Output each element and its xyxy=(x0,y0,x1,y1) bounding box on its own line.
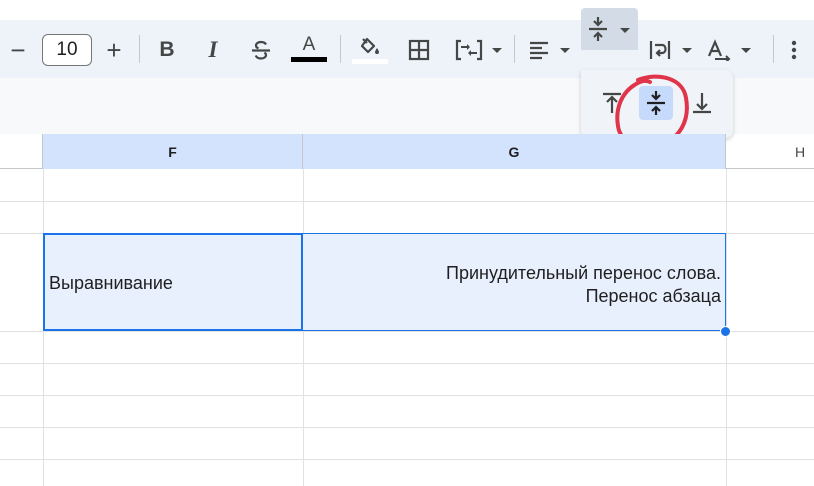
text-color-bar xyxy=(291,57,327,62)
merge-cells-button[interactable] xyxy=(453,35,485,65)
top-strip xyxy=(0,0,814,20)
strikethrough-button[interactable] xyxy=(247,35,275,65)
align-middle-option[interactable] xyxy=(639,86,673,120)
chevron-down-icon xyxy=(682,47,692,53)
column-header-row: F G H xyxy=(0,134,814,169)
align-bottom-icon xyxy=(693,93,711,114)
chevron-down-icon xyxy=(620,28,630,33)
cell-f-text: Выравнивание xyxy=(49,273,173,293)
horizontal-align-button[interactable] xyxy=(525,35,553,65)
more-options-icon xyxy=(791,40,797,60)
row-line xyxy=(0,395,814,396)
merge-cells-dropdown[interactable] xyxy=(490,35,504,65)
align-bottom-option[interactable] xyxy=(685,86,719,120)
toolbar-separator xyxy=(340,35,341,63)
italic-icon: I xyxy=(208,37,218,62)
font-size-value: 10 xyxy=(56,39,78,60)
align-top-icon xyxy=(603,92,621,113)
spreadsheet-window: − 10 + B I A F G H Выравнивание Принудит… xyxy=(0,0,814,486)
text-rotation-button[interactable] xyxy=(706,35,734,65)
column-label: F xyxy=(168,143,177,160)
text-rotation-icon xyxy=(707,39,731,61)
merge-cells-icon xyxy=(455,39,483,61)
row-line xyxy=(0,427,814,428)
fill-color-button[interactable] xyxy=(350,35,390,65)
row-line xyxy=(0,331,814,332)
horizontal-align-icon xyxy=(530,41,548,60)
chevron-down-icon xyxy=(741,47,751,53)
decrease-font-size-button[interactable]: − xyxy=(6,35,30,65)
bold-icon: B xyxy=(159,38,175,61)
more-options-button[interactable] xyxy=(784,35,804,65)
font-size-input[interactable]: 10 xyxy=(42,34,92,66)
row-line xyxy=(0,459,814,460)
column-header-f[interactable]: F xyxy=(43,134,303,169)
text-rotation-dropdown[interactable] xyxy=(739,35,753,65)
text-wrapping-icon xyxy=(649,41,671,59)
borders-icon xyxy=(408,39,430,61)
vertical-align-menu xyxy=(581,70,733,138)
vertical-align-icon xyxy=(589,17,607,41)
cell-g-line2: Перенос абзаца xyxy=(585,286,721,306)
horizontal-align-dropdown[interactable] xyxy=(558,35,572,65)
column-header-g[interactable]: G xyxy=(303,134,726,169)
chevron-down-icon xyxy=(492,47,502,53)
cell-g-text[interactable]: Принудительный перенос слова. Перенос аб… xyxy=(306,262,721,308)
text-wrapping-button[interactable] xyxy=(647,35,673,65)
column-header-h[interactable]: H xyxy=(726,134,814,169)
toolbar-separator xyxy=(514,35,515,63)
row-line xyxy=(0,363,814,364)
row-line xyxy=(0,201,814,202)
toolbar-separator xyxy=(773,35,774,63)
cell-g-line1: Принудительный перенос слова. xyxy=(446,263,721,283)
fill-handle[interactable] xyxy=(720,326,731,337)
chevron-down-icon xyxy=(560,47,570,53)
strikethrough-icon xyxy=(252,40,270,60)
minus-icon: − xyxy=(10,35,26,65)
align-middle-icon xyxy=(647,91,665,115)
column-label: G xyxy=(508,143,520,160)
borders-button[interactable] xyxy=(405,35,433,65)
text-color-button[interactable]: A xyxy=(290,35,328,65)
fill-color-icon xyxy=(360,37,379,54)
plus-icon: + xyxy=(106,35,122,65)
toolbar-separator xyxy=(139,35,140,63)
bold-button[interactable]: B xyxy=(154,35,180,65)
fill-color-bar xyxy=(352,58,388,64)
increase-font-size-button[interactable]: + xyxy=(101,35,127,65)
italic-button[interactable]: I xyxy=(200,35,226,65)
column-label: H xyxy=(794,143,806,160)
vertical-align-button[interactable] xyxy=(581,8,638,50)
text-color-icon: A xyxy=(302,34,316,55)
text-wrapping-dropdown[interactable] xyxy=(680,35,694,65)
align-top-option[interactable] xyxy=(595,86,629,120)
row-header-corner[interactable] xyxy=(0,134,43,169)
